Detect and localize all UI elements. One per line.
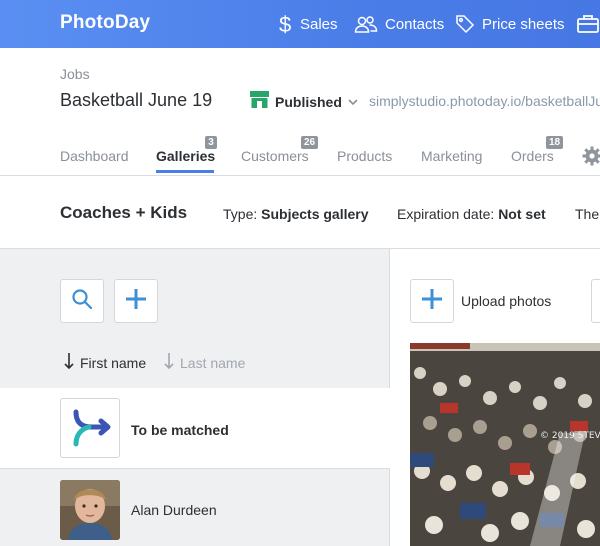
tab-customers[interactable]: Customers bbox=[241, 148, 309, 164]
photos-panel: Upload photos © 2019 STEVE bbox=[391, 249, 600, 546]
customers-count-badge: 26 bbox=[301, 136, 319, 149]
nav-price-sheets[interactable]: Price sheets bbox=[455, 0, 565, 48]
upload-photos-label[interactable]: Upload photos bbox=[461, 293, 551, 309]
plus-icon bbox=[125, 288, 147, 315]
list-item-label: To be matched bbox=[131, 422, 229, 438]
nav-contacts-label: Contacts bbox=[385, 15, 445, 33]
publish-status-label: Published bbox=[275, 94, 342, 110]
gallery-name: Coaches + Kids bbox=[60, 203, 188, 222]
photo-watermark: © 2019 STEVE bbox=[540, 431, 600, 441]
photoday-logo[interactable]: PhotoDay bbox=[60, 12, 150, 34]
list-item-to-be-matched[interactable]: To be matched bbox=[0, 388, 390, 469]
top-navigation-bar: PhotoDay $ Sales Contacts Price sheets bbox=[0, 0, 600, 48]
breadcrumb-jobs[interactable]: Jobs bbox=[60, 66, 90, 82]
gallery-extra-info: The bbox=[575, 206, 600, 222]
tab-dashboard[interactable]: Dashboard bbox=[60, 148, 129, 164]
sort-last-name[interactable]: Last name bbox=[164, 353, 245, 372]
svg-text:$: $ bbox=[279, 12, 291, 36]
chevron-down-icon bbox=[348, 93, 358, 111]
job-tabs: Dashboard Galleries 3 Customers 26 Produ… bbox=[0, 134, 600, 176]
gallery-url-link[interactable]: simplystudio.photoday.io/basketballJu bbox=[369, 93, 600, 109]
gallery-type-label: Type: bbox=[223, 206, 258, 222]
gallery-expiration: Expiration date: Not set bbox=[397, 206, 546, 222]
photo-options-button[interactable] bbox=[591, 279, 600, 323]
sort-arrow-down-icon bbox=[164, 353, 174, 372]
tag-icon bbox=[455, 14, 475, 34]
active-tab-indicator bbox=[156, 170, 214, 173]
list-item-subject[interactable]: Alan Durdeen bbox=[0, 469, 390, 546]
galleries-count-badge: 3 bbox=[205, 136, 217, 149]
tab-orders[interactable]: Orders bbox=[511, 148, 554, 164]
dollar-icon: $ bbox=[279, 12, 293, 36]
sort-first-name-label: First name bbox=[80, 354, 147, 371]
gallery-type-value: Subjects gallery bbox=[261, 206, 369, 222]
tab-galleries[interactable]: Galleries bbox=[156, 148, 215, 164]
nav-sales[interactable]: $ Sales bbox=[279, 0, 338, 48]
expiration-label: Expiration date: bbox=[397, 206, 495, 222]
expiration-value: Not set bbox=[498, 206, 546, 222]
sort-last-name-label: Last name bbox=[180, 354, 246, 371]
subject-avatar bbox=[60, 480, 120, 540]
contacts-icon bbox=[354, 15, 378, 33]
sort-arrow-down-icon bbox=[64, 353, 74, 372]
plus-icon bbox=[421, 288, 443, 315]
publish-status-dropdown[interactable]: Published bbox=[250, 91, 358, 113]
nav-briefcase[interactable] bbox=[577, 0, 599, 48]
subjects-panel: First name Last name To be matched Alan … bbox=[0, 249, 390, 546]
sort-first-name[interactable]: First name bbox=[64, 353, 146, 372]
gallery-type: Type: Subjects gallery bbox=[223, 206, 369, 222]
unmatched-icon bbox=[60, 398, 120, 458]
nav-sales-label: Sales bbox=[300, 15, 338, 33]
orders-count-badge: 18 bbox=[546, 136, 564, 149]
upload-photos-button[interactable] bbox=[410, 279, 454, 323]
storefront-icon bbox=[250, 91, 269, 113]
briefcase-icon bbox=[577, 14, 599, 34]
tab-marketing[interactable]: Marketing bbox=[421, 148, 482, 164]
nav-contacts[interactable]: Contacts bbox=[354, 0, 444, 48]
gallery-photo[interactable]: © 2019 STEVE bbox=[410, 343, 600, 546]
gallery-info-bar: Coaches + Kids Type: Subjects gallery Ex… bbox=[0, 177, 600, 249]
settings-gear-icon[interactable] bbox=[582, 146, 600, 171]
nav-price-sheets-label: Price sheets bbox=[482, 15, 565, 33]
search-icon bbox=[71, 288, 93, 315]
list-item-label: Alan Durdeen bbox=[131, 502, 217, 518]
tab-products[interactable]: Products bbox=[337, 148, 392, 164]
add-subject-button[interactable] bbox=[114, 279, 158, 323]
job-title: Basketball June 19 bbox=[60, 90, 213, 110]
search-button[interactable] bbox=[60, 279, 104, 323]
